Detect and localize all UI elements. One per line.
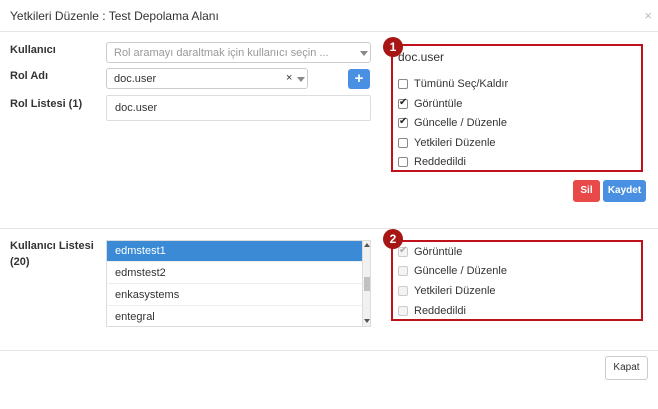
delete-button[interactable]: Sil [573, 180, 600, 202]
user-select-placeholder: Rol aramayı daraltmak için kullanıcı seç… [114, 47, 329, 59]
scroll-down-icon[interactable] [364, 319, 370, 323]
save-button[interactable]: Kaydet [603, 180, 646, 202]
checkbox[interactable] [398, 138, 408, 148]
modal-header: Yetkileri Düzenle : Test Depolama Alanı … [0, 0, 658, 32]
checkbox-label: Yetkileri Düzenle [414, 137, 496, 149]
user-select[interactable]: Rol aramayı daraltmak için kullanıcı seç… [106, 42, 371, 63]
checkbox-label: Reddedildi [414, 305, 466, 317]
footer-divider [0, 350, 658, 351]
role-label: Rol Adı [10, 70, 49, 82]
checkbox[interactable] [398, 79, 408, 89]
clear-icon[interactable]: × [286, 72, 292, 84]
role-list: doc.user [106, 95, 371, 121]
role-select-value: doc.user [114, 73, 157, 85]
panel-title: doc.user [398, 50, 445, 64]
scroll-thumb[interactable] [364, 277, 370, 291]
user-label: Kullanıcı [10, 44, 56, 56]
checkbox-label: Güncelle / Düzenle [414, 265, 507, 277]
checkbox-label: Tümünü Seç/Kaldır [414, 78, 509, 90]
checkbox-label: Yetkileri Düzenle [414, 285, 496, 297]
checkbox-label: Görüntüle [414, 246, 463, 258]
list-item[interactable]: edmstest1 [107, 241, 362, 262]
checkbox-label: Güncelle / Düzenle [414, 117, 507, 129]
section-divider [0, 228, 658, 229]
checkbox [398, 245, 408, 257]
chevron-down-icon [360, 51, 368, 56]
list-item[interactable]: edmstest2 [107, 263, 362, 284]
checkbox-label: Reddedildi [414, 156, 466, 168]
modal-title: Yetkileri Düzenle : Test Depolama Alanı [10, 9, 219, 23]
close-icon[interactable]: × [644, 8, 652, 23]
user-list[interactable]: edmstest1 edmstest2 enkasystems entegral [106, 240, 371, 327]
checkbox[interactable] [398, 157, 408, 167]
scrollbar[interactable] [362, 241, 370, 326]
add-role-button[interactable]: + [348, 69, 370, 89]
checkbox [398, 306, 408, 316]
checkbox [398, 286, 408, 296]
chevron-down-icon [297, 77, 305, 82]
checkbox-label: Görüntüle [414, 98, 463, 110]
checkbox [398, 266, 408, 276]
scroll-up-icon[interactable] [364, 243, 370, 247]
list-item[interactable]: entegral [107, 307, 362, 326]
role-list-item[interactable]: doc.user [115, 102, 157, 114]
checkbox[interactable] [398, 116, 408, 128]
role-list-label: Rol Listesi (1) [10, 98, 83, 110]
close-button[interactable]: Kapat [605, 356, 648, 380]
list-item[interactable]: enkasystems [107, 285, 362, 306]
checkbox[interactable] [398, 97, 408, 109]
role-select[interactable]: doc.user × [106, 68, 308, 89]
user-list-label: Kullanıcı Listesi (20) [10, 240, 94, 268]
